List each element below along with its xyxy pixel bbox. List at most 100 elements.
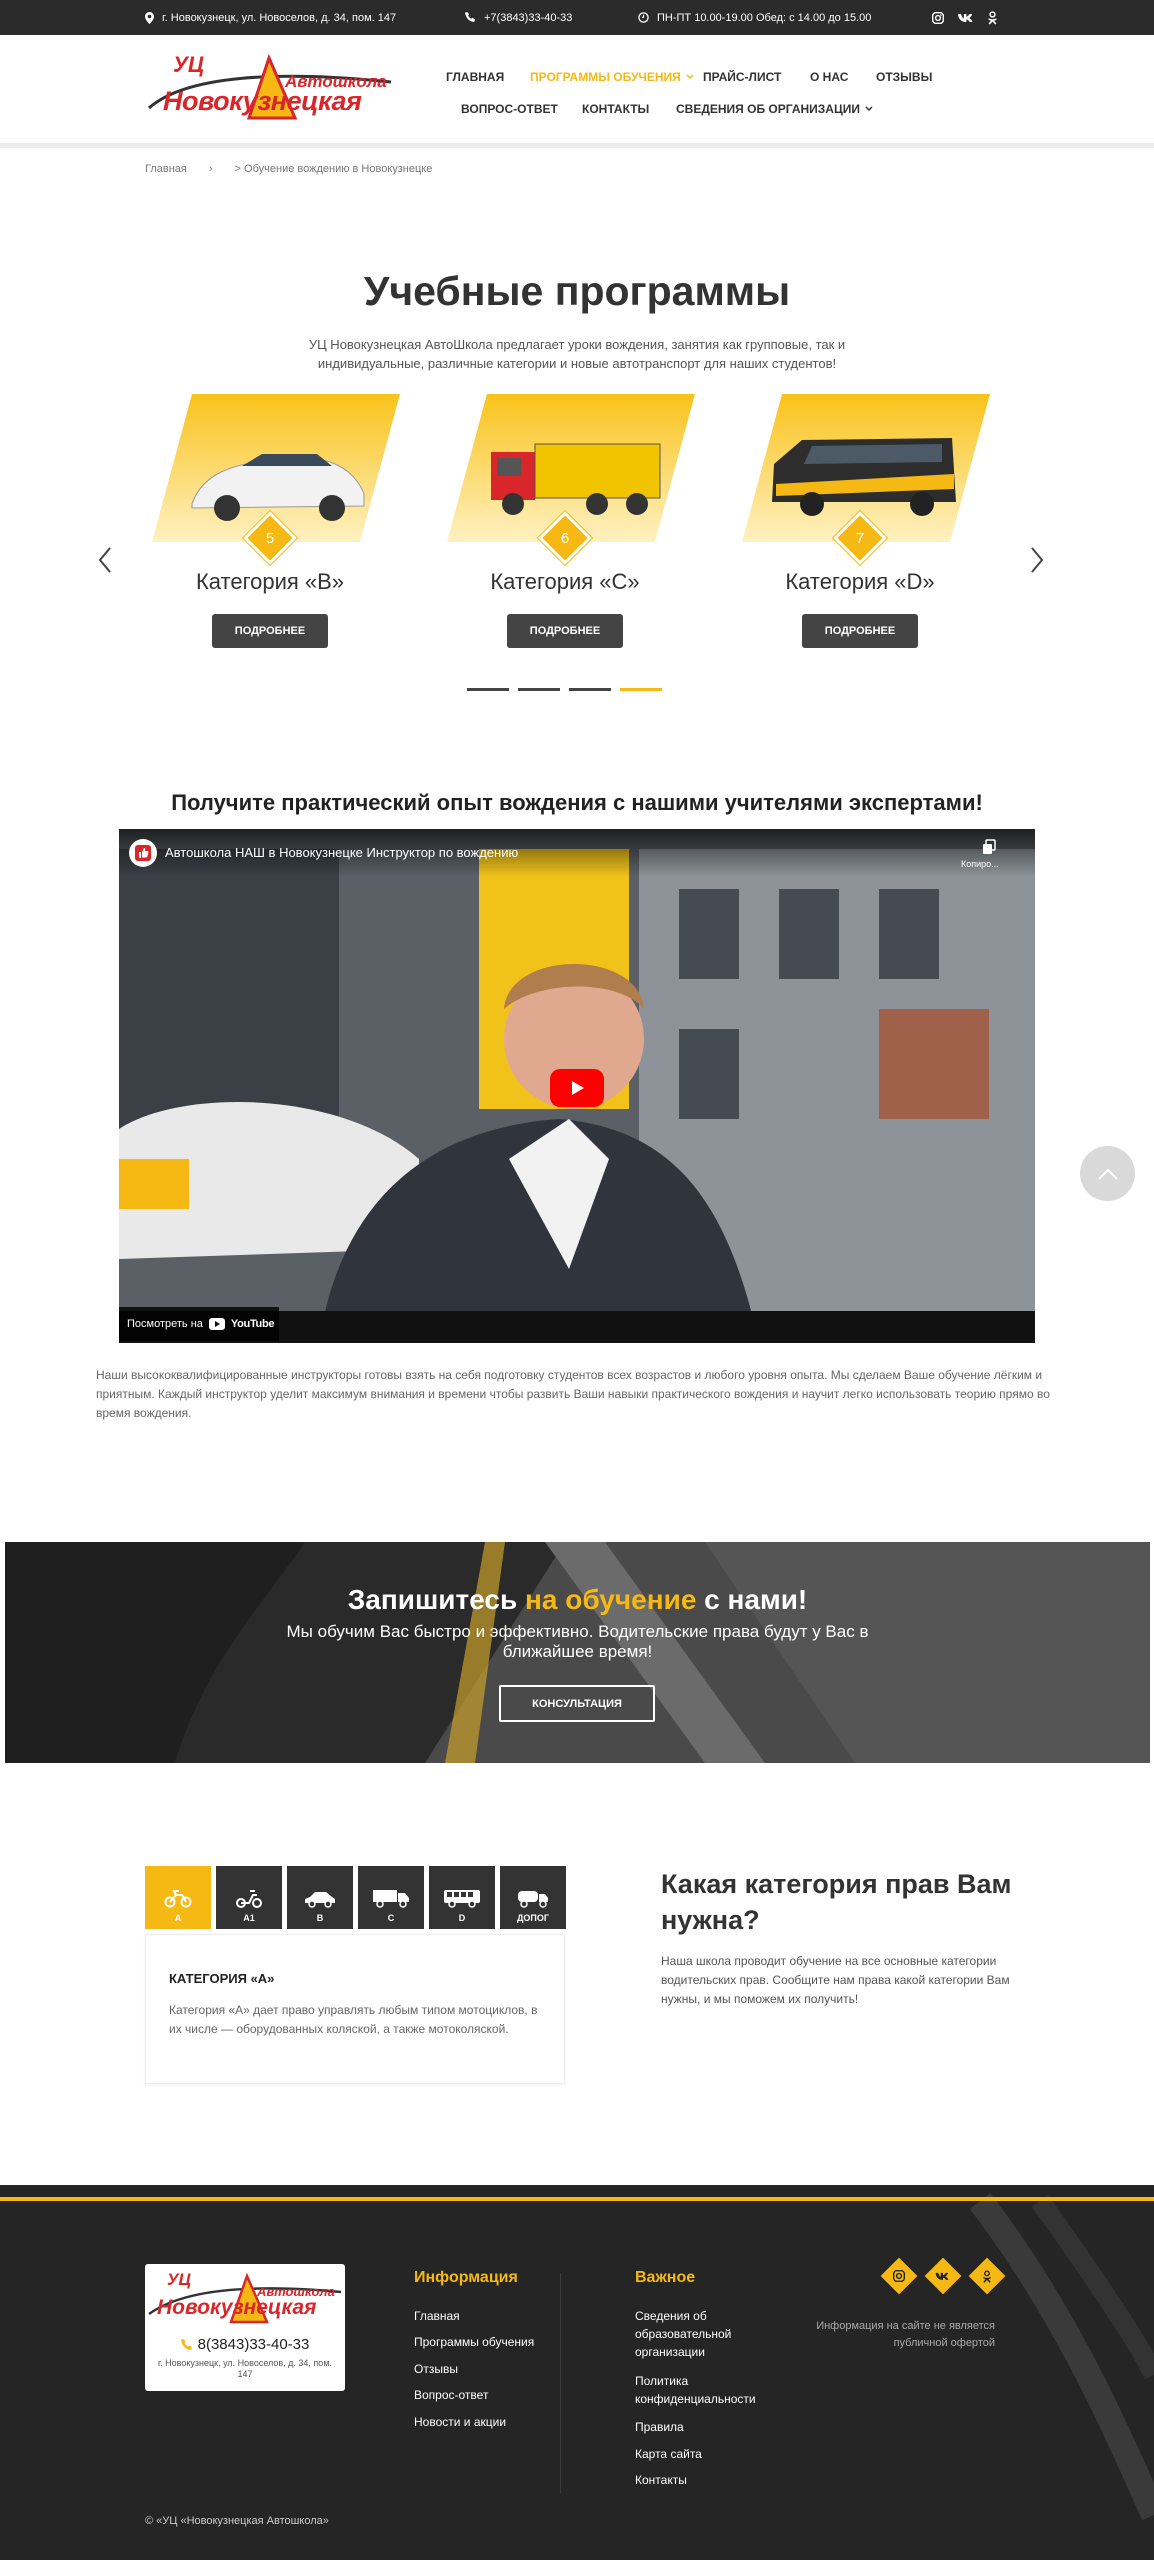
carousel-dot-1[interactable] <box>467 688 509 691</box>
banner-title: Запишитесь на обучение с нами! <box>5 1584 1150 1616</box>
tab-category-b[interactable]: B <box>287 1866 353 1929</box>
carousel-dot-4[interactable] <box>620 688 662 691</box>
card-d-number: 7 <box>855 529 865 547</box>
social-links <box>932 0 997 35</box>
scroll-to-top-button[interactable] <box>1080 1146 1135 1201</box>
logo-line2: Новокузнецкая <box>163 86 362 116</box>
moped-icon <box>236 1890 262 1908</box>
nav-about[interactable]: О НАС <box>810 70 848 84</box>
hours-text: ПН-ПТ 10.00-19.00 Обед: с 14.00 до 15.00 <box>657 11 872 24</box>
program-card-c: 6 Категория «C» ПОДРОБНЕЕ <box>435 392 695 662</box>
footer-offer-note: Информация на сайте не является публично… <box>816 2320 995 2349</box>
clock-icon <box>638 12 649 23</box>
instagram-icon <box>893 2270 905 2282</box>
category-tab-panel: КАТЕГОРИЯ «A» Категория «A» дает право у… <box>145 1934 565 2084</box>
tab-category-a[interactable]: A <box>145 1866 211 1929</box>
phone-icon <box>465 12 475 22</box>
instagram-icon[interactable] <box>932 11 944 24</box>
tab-category-b-label: B <box>316 1913 324 1923</box>
nav-organization-label: СВЕДЕНИЯ ОБ ОРГАНИЗАЦИИ <box>676 102 860 116</box>
nav-home[interactable]: ГЛАВНАЯ <box>446 70 504 84</box>
program-card-d: 7 Категория «D» ПОДРОБНЕЕ <box>730 392 990 662</box>
nav-price[interactable]: ПРАЙС-ЛИСТ <box>703 70 781 84</box>
footer-phone-text: 8(3843)33-40-33 <box>197 2336 310 2353</box>
tab-category-dopog[interactable]: ДОПОГ <box>500 1866 566 1929</box>
footer-copyright: © «УЦ «Новокузнецкая Автошкола» <box>145 2515 329 2527</box>
vk-icon[interactable] <box>958 13 974 23</box>
location-pin-icon <box>145 11 154 24</box>
footer-logo-abbr: УЦ <box>167 2270 191 2289</box>
card-d-title: Категория «D» <box>785 569 935 594</box>
odnoklassniki-icon[interactable] <box>988 10 997 25</box>
footer-link-rules[interactable]: Правила <box>635 2418 684 2436</box>
vk-icon <box>936 2272 949 2280</box>
tab-category-a-label: A <box>174 1913 182 1923</box>
youtube-label: YouTube <box>230 1318 275 1330</box>
carousel-dot-3[interactable] <box>569 688 611 691</box>
watch-on-youtube-link[interactable]: Посмотреть на YouTube <box>119 1307 279 1341</box>
footer-link-programs[interactable]: Программы обучения <box>414 2333 534 2351</box>
footer-link-organization[interactable]: Сведения об образовательной организации <box>635 2307 765 2361</box>
nav-reviews[interactable]: ОТЗЫВЫ <box>876 70 932 84</box>
truck-icon <box>373 1890 409 1908</box>
footer-link-sitemap[interactable]: Карта сайта <box>635 2445 702 2463</box>
nav-programs-label: ПРОГРАММЫ ОБУЧЕНИЯ <box>530 70 681 84</box>
signup-banner: Запишитесь на обучение с нами! Мы обучим… <box>5 1542 1150 1763</box>
nav-contacts[interactable]: КОНТАКТЫ <box>582 102 649 116</box>
chevron-down-icon <box>865 106 873 112</box>
chevron-up-icon <box>1097 1168 1118 1180</box>
footer-link-news[interactable]: Новости и акции <box>414 2413 506 2431</box>
site-footer: УЦ Автошкола Новокузнецкая 8(3843)33-40-… <box>0 2185 1154 2560</box>
card-c-title: Категория «C» <box>490 569 640 594</box>
tab-category-c[interactable]: C <box>358 1866 424 1929</box>
consultation-button[interactable]: КОНСУЛЬТАЦИЯ <box>499 1685 655 1722</box>
card-c-more-button[interactable]: ПОДРОБНЕЕ <box>507 614 623 648</box>
nav-faq[interactable]: ВОПРОС-ОТВЕТ <box>461 102 558 116</box>
footer-link-contacts[interactable]: Контакты <box>635 2471 687 2489</box>
footer-phone[interactable]: 8(3843)33-40-33 <box>145 2336 345 2353</box>
footer-link-privacy[interactable]: Политика конфиденциальности <box>635 2372 775 2408</box>
carousel-dot-2[interactable] <box>518 688 560 691</box>
card-c-number: 6 <box>560 529 570 547</box>
phone-item[interactable]: +7(3843)33-40-33 <box>465 0 572 35</box>
site-logo[interactable]: УЦ Автошкола Новокузнецкая <box>145 48 395 128</box>
footer-link-faq[interactable]: Вопрос-ответ <box>414 2386 488 2404</box>
footer-accent-stripe <box>0 2197 1154 2201</box>
breadcrumb-home[interactable]: Главная <box>145 163 187 175</box>
channel-avatar[interactable] <box>129 839 157 867</box>
copy-link-icon[interactable] <box>981 839 997 855</box>
carousel-next-button[interactable] <box>1026 545 1046 575</box>
odnoklassniki-icon <box>983 2269 991 2283</box>
watch-on-label: Посмотреть на <box>127 1318 203 1330</box>
address-item: г. Новокузнецк, ул. Новоселов, д. 34, по… <box>145 0 396 35</box>
header-divider <box>0 143 1154 148</box>
footer-logo-card[interactable]: УЦ Автошкола Новокузнецкая 8(3843)33-40-… <box>145 2264 345 2391</box>
thumbs-up-icon <box>135 845 151 861</box>
hours-item: ПН-ПТ 10.00-19.00 Обед: с 14.00 до 15.00 <box>638 0 871 35</box>
video-title[interactable]: Автошкола НАШ в Новокузнецке Инструктор … <box>165 845 518 860</box>
card-d-more-button[interactable]: ПОДРОБНЕЕ <box>802 614 918 648</box>
motorcycle-icon <box>164 1890 192 1908</box>
footer-link-home[interactable]: Главная <box>414 2307 460 2325</box>
category-question-text: Наша школа проводит обучение на все осно… <box>661 1954 1010 2006</box>
nav-programs[interactable]: ПРОГРАММЫ ОБУЧЕНИЯ <box>530 70 694 84</box>
address-text: г. Новокузнецк, ул. Новоселов, д. 34, по… <box>162 11 397 24</box>
tab-category-a1[interactable]: A1 <box>216 1866 282 1929</box>
program-card-b: 5 Категория «B» ПОДРОБНЕЕ <box>140 392 400 662</box>
instructors-description: Наши высококвалифицированные инструкторы… <box>96 1368 1050 1420</box>
tab-category-dopog-label: ДОПОГ <box>517 1913 549 1923</box>
card-b-more-button[interactable]: ПОДРОБНЕЕ <box>212 614 328 648</box>
video-player[interactable]: Автошкола НАШ в Новокузнецке Инструктор … <box>119 829 1035 1343</box>
tab-category-a1-label: A1 <box>243 1913 255 1923</box>
footer-important-title: Важное <box>635 2269 696 2286</box>
breadcrumb: Главная › > Обучение вождению в Новокузн… <box>145 163 432 175</box>
footer-link-reviews[interactable]: Отзывы <box>414 2360 458 2378</box>
nav-organization[interactable]: СВЕДЕНИЯ ОБ ОРГАНИЗАЦИИ <box>676 102 873 116</box>
chevron-left-icon <box>98 547 111 573</box>
phone-text[interactable]: +7(3843)33-40-33 <box>484 12 572 24</box>
carousel-prev-button[interactable] <box>96 545 116 575</box>
footer-address: г. Новокузнецк, ул. Новоселов, д. 34, по… <box>157 2358 333 2379</box>
top-bar: г. Новокузнецк, ул. Новоселов, д. 34, по… <box>0 0 1154 35</box>
play-button[interactable] <box>550 1069 604 1107</box>
tab-category-d[interactable]: D <box>429 1866 495 1929</box>
